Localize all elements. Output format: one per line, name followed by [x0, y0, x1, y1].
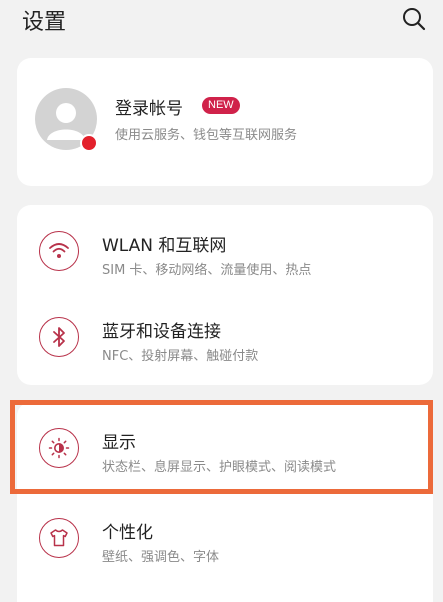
highlight-box	[10, 400, 433, 494]
item-subtitle: SIM 卡、移动网络、流量使用、热点	[102, 263, 312, 278]
account-subtitle: 使用云服务、钱包等互联网服务	[115, 128, 298, 143]
tshirt-icon	[39, 518, 79, 558]
wifi-icon	[39, 231, 79, 271]
connections-card: WLAN 和互联网 SIM 卡、移动网络、流量使用、热点 蓝牙和设备连接 NFC…	[17, 205, 433, 385]
notification-dot	[80, 134, 98, 152]
settings-item-personalization[interactable]: 个性化 壁纸、强调色、字体	[17, 496, 433, 582]
search-icon[interactable]	[401, 6, 427, 32]
top-bar: 设置	[0, 0, 443, 40]
item-title: WLAN 和互联网	[102, 236, 227, 256]
item-title: 蓝牙和设备连接	[102, 322, 221, 342]
item-subtitle: 壁纸、强调色、字体	[102, 550, 220, 565]
bluetooth-icon	[39, 317, 79, 357]
settings-item-bluetooth[interactable]: 蓝牙和设备连接 NFC、投射屏幕、触碰付款	[17, 295, 433, 381]
item-subtitle: NFC、投射屏幕、触碰付款	[102, 349, 259, 364]
new-badge: NEW	[202, 97, 240, 114]
page-title: 设置	[22, 10, 67, 35]
account-card[interactable]: 登录帐号 NEW 使用云服务、钱包等互联网服务	[17, 58, 433, 186]
settings-item-wlan[interactable]: WLAN 和互联网 SIM 卡、移动网络、流量使用、热点	[17, 209, 433, 295]
item-title: 个性化	[102, 523, 153, 543]
account-title: 登录帐号	[115, 99, 183, 119]
